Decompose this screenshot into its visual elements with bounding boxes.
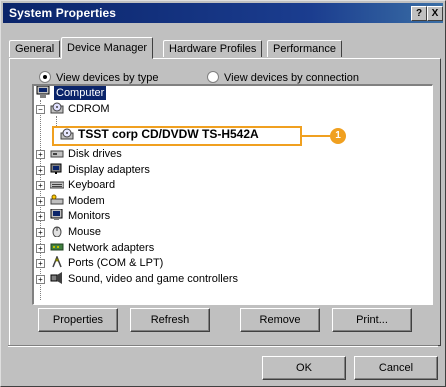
modem-icon	[50, 194, 64, 205]
callout-line	[300, 135, 330, 137]
radio-by-connection[interactable]	[207, 71, 219, 83]
disk-drive-icon	[50, 150, 64, 158]
tree-item-label: Keyboard	[68, 179, 116, 191]
tree-item-label: Ports (COM & LPT)	[68, 257, 164, 269]
monitor-icon	[50, 209, 63, 220]
network-adapter-icon	[50, 243, 64, 251]
tree-item-label: Display adapters	[68, 164, 150, 176]
expand-toggle[interactable]: +	[36, 181, 45, 190]
separator	[8, 345, 438, 347]
ports-icon	[52, 256, 62, 268]
tree-item-label: Network adapters	[68, 242, 155, 254]
expand-toggle[interactable]: +	[36, 259, 45, 268]
properties-button[interactable]: Properties	[38, 308, 118, 332]
view-by-type-option[interactable]: View devices by type	[39, 71, 159, 85]
tree-item-label: Monitors	[68, 210, 111, 222]
display-adapter-icon	[50, 163, 62, 174]
cancel-button[interactable]: Cancel	[354, 356, 438, 380]
tree-item-label: Sound, video and game controllers	[68, 273, 238, 285]
expand-toggle[interactable]: +	[36, 212, 45, 221]
tab-general[interactable]: General	[9, 40, 61, 57]
tab-performance[interactable]: Performance	[267, 40, 342, 57]
remove-button[interactable]: Remove	[240, 308, 320, 332]
expand-toggle[interactable]: +	[36, 275, 45, 284]
computer-label: Computer	[54, 86, 107, 100]
view-by-connection-option[interactable]: View devices by connection	[207, 71, 359, 85]
mouse-icon	[52, 226, 62, 237]
tree-item-label: Disk drives	[68, 148, 122, 160]
cdrom-label: CDROM	[68, 103, 110, 115]
expand-toggle[interactable]: +	[36, 150, 45, 159]
expand-toggle[interactable]: +	[36, 244, 45, 253]
tab-hardware-profiles[interactable]: Hardware Profiles	[163, 40, 263, 57]
cdrom-icon	[50, 102, 64, 114]
view-by-connection-label: View devices by connection	[224, 72, 359, 84]
radio-by-type[interactable]	[39, 71, 51, 83]
tree-item-label: Mouse	[68, 226, 102, 238]
tree-root-computer[interactable]: Computer	[36, 86, 107, 100]
tree-item-cdrom-device[interactable]: TSST corp CD/DVDW TS-H542A	[60, 127, 259, 141]
close-button[interactable]: X	[427, 6, 443, 21]
expand-toggle[interactable]: +	[36, 228, 45, 237]
keyboard-icon	[50, 181, 64, 189]
computer-icon	[36, 86, 50, 98]
window-title: System Properties	[9, 6, 117, 20]
cdrom-device-label: TSST corp CD/DVDW TS-H542A	[78, 127, 259, 141]
collapse-toggle[interactable]: −	[36, 105, 45, 114]
view-by-type-label: View devices by type	[56, 72, 159, 84]
expand-toggle[interactable]: +	[36, 166, 45, 175]
refresh-button[interactable]: Refresh	[130, 308, 210, 332]
tree-item-label: Modem	[68, 195, 105, 207]
cd-drive-icon	[60, 128, 74, 140]
tab-device-manager[interactable]: Device Manager	[61, 37, 154, 59]
sound-icon	[50, 272, 62, 284]
callout-badge: 1	[330, 128, 346, 144]
expand-toggle[interactable]: +	[36, 197, 45, 206]
ok-button[interactable]: OK	[262, 356, 346, 380]
print-button[interactable]: Print...	[332, 308, 412, 332]
title-bar[interactable]: System Properties ? X	[3, 3, 443, 23]
help-button[interactable]: ?	[411, 6, 427, 21]
